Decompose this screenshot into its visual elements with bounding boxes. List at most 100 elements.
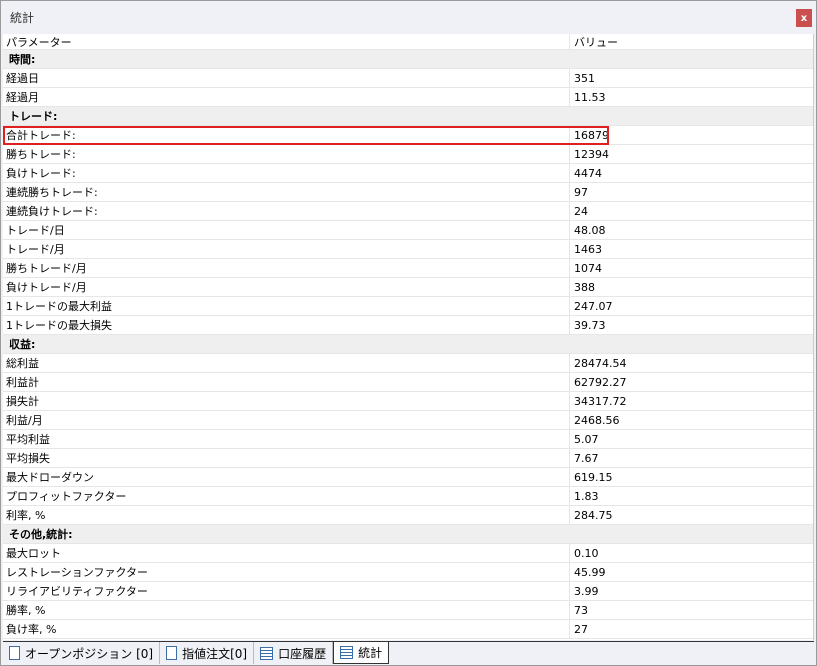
parameter-label: 連続勝ちトレード:	[3, 183, 570, 201]
parameter-value: 3.99	[574, 584, 599, 598]
tab-0[interactable]: オープンポジション [0]	[3, 642, 161, 664]
bottom-tab-bar: オープンポジション [0] 指値注文[0] 口座履歴 統計	[3, 641, 814, 664]
parameter-value: 1463	[574, 242, 602, 256]
statistics-grid: パラメーター バリュー 時間: 経過日 351 経過月 11.53 トレード: 合計トレード…	[3, 34, 814, 640]
table-row[interactable]: 利益/月 2468.56	[3, 411, 813, 430]
parameter-value: 7.67	[574, 451, 599, 465]
table-row[interactable]: 負けトレード/月 388	[3, 278, 813, 297]
parameter-value: 388	[574, 280, 595, 294]
parameter-value: 11.53	[574, 90, 606, 104]
table-row[interactable]: 1トレードの最大損失 39.73	[3, 316, 813, 335]
table-row[interactable]: 勝ちトレード/月 1074	[3, 259, 813, 278]
parameter-value: 45.99	[574, 565, 606, 579]
pending-order-icon	[166, 646, 178, 660]
table-row[interactable]: 利率, % 284.75	[3, 506, 813, 525]
parameter-value: 1074	[574, 261, 602, 275]
parameter-label: リライアビリティファクター	[3, 582, 570, 600]
section-header: その他,統計:	[3, 525, 813, 544]
table-icon	[260, 646, 274, 660]
tab-1[interactable]: 指値注文[0]	[160, 642, 255, 664]
table-row[interactable]: 負けトレード: 4474	[3, 164, 813, 183]
section-header: トレード:	[3, 107, 813, 126]
parameter-label: トレード/月	[3, 240, 570, 258]
parameter-value: 12394	[574, 147, 609, 161]
parameter-value: 73	[574, 603, 588, 617]
table-row[interactable]: 連続負けトレード: 24	[3, 202, 813, 221]
parameter-value: 34317.72	[574, 394, 627, 408]
parameter-label: トレード/日	[3, 221, 570, 239]
parameter-label: 負け率, %	[3, 620, 570, 638]
table-row[interactable]: 最大ロット 0.10	[3, 544, 813, 563]
parameter-value: 4474	[574, 166, 602, 180]
tab-label: 統計	[358, 646, 383, 660]
parameter-label: 平均利益	[3, 430, 570, 448]
parameter-label: 平均損失	[3, 449, 570, 467]
table-row[interactable]: 勝ちトレード: 12394	[3, 145, 813, 164]
parameter-label: 利率, %	[3, 506, 570, 524]
table-row[interactable]: トレード/月 1463	[3, 240, 813, 259]
table-row[interactable]: 経過日 351	[3, 69, 813, 88]
table-row[interactable]: 利益計 62792.27	[3, 373, 813, 392]
parameter-label: 経過月	[3, 88, 570, 106]
table-row[interactable]: 負け率, % 27	[3, 620, 813, 639]
parameter-label: 1トレードの最大利益	[3, 297, 570, 315]
parameter-label: 損失計	[3, 392, 570, 410]
document-icon	[9, 646, 20, 660]
section-title: 収益:	[9, 338, 36, 351]
parameter-value: 1.83	[574, 489, 599, 503]
column-header-value[interactable]: バリュー	[570, 34, 618, 49]
tab-label: オープンポジション [0]	[25, 646, 154, 661]
parameter-value: 39.73	[574, 318, 606, 332]
section-header: 時間:	[3, 50, 813, 69]
table-row[interactable]: 合計トレード: 16879	[3, 126, 813, 145]
parameter-value: 0.10	[574, 546, 599, 560]
section-title: トレード:	[9, 110, 58, 123]
statistics-window: 統計 x パラメーター バリュー 時間: 経過日 351 経過月 11.53 トレード: 合…	[0, 0, 817, 666]
table-row[interactable]: 勝率, % 73	[3, 601, 813, 620]
parameter-value: 62792.27	[574, 375, 627, 389]
table-row[interactable]: 経過月 11.53	[3, 88, 813, 107]
tab-2[interactable]: 口座履歴	[254, 642, 334, 664]
parameter-label: プロフィットファクター	[3, 487, 570, 505]
parameter-label: 1トレードの最大損失	[3, 316, 570, 334]
table-row[interactable]: レストレーションファクター 45.99	[3, 563, 813, 582]
parameter-value: 2468.56	[574, 413, 620, 427]
table-row[interactable]: 1トレードの最大利益 247.07	[3, 297, 813, 316]
table-row[interactable]: 平均損失 7.67	[3, 449, 813, 468]
parameter-label: レストレーションファクター	[3, 563, 570, 581]
table-row[interactable]: トレード/日 48.08	[3, 221, 813, 240]
parameter-value: 27	[574, 622, 588, 636]
parameter-value: 97	[574, 185, 588, 199]
parameter-label: 利益/月	[3, 411, 570, 429]
table-row[interactable]: 最大ドローダウン 619.15	[3, 468, 813, 487]
parameter-label: 勝率, %	[3, 601, 570, 619]
parameter-value: 24	[574, 204, 588, 218]
parameter-label: 最大ドローダウン	[3, 468, 570, 486]
parameter-label: 勝ちトレード:	[3, 145, 570, 163]
parameter-value: 619.15	[574, 470, 613, 484]
table-row[interactable]: 連続勝ちトレード: 97	[3, 183, 813, 202]
table-row[interactable]: 平均利益 5.07	[3, 430, 813, 449]
column-header-row: パラメーター バリュー	[3, 34, 813, 50]
tab-label: 指値注文[0]	[182, 646, 248, 661]
parameter-label: 負けトレード/月	[3, 278, 570, 296]
parameter-label: 総利益	[3, 354, 570, 372]
section-title: その他,統計:	[9, 528, 73, 541]
table-icon	[340, 646, 354, 659]
table-row[interactable]: 総利益 28474.54	[3, 354, 813, 373]
close-button[interactable]: x	[796, 9, 812, 27]
table-row[interactable]: リライアビリティファクター 3.99	[3, 582, 813, 601]
table-row[interactable]: プロフィットファクター 1.83	[3, 487, 813, 506]
column-header-parameter[interactable]: パラメーター	[3, 34, 570, 49]
tab-3[interactable]: 統計	[333, 642, 390, 664]
parameter-label: 勝ちトレード/月	[3, 259, 570, 277]
window-title: 統計	[10, 11, 35, 25]
parameter-value: 351	[574, 71, 595, 85]
table-row[interactable]: 損失計 34317.72	[3, 392, 813, 411]
parameter-label: 負けトレード:	[3, 164, 570, 182]
parameter-label: 利益計	[3, 373, 570, 391]
parameter-value: 48.08	[574, 223, 606, 237]
parameter-label: 最大ロット	[3, 544, 570, 562]
parameter-value: 247.07	[574, 299, 613, 313]
tab-label: 口座履歴	[278, 646, 327, 661]
